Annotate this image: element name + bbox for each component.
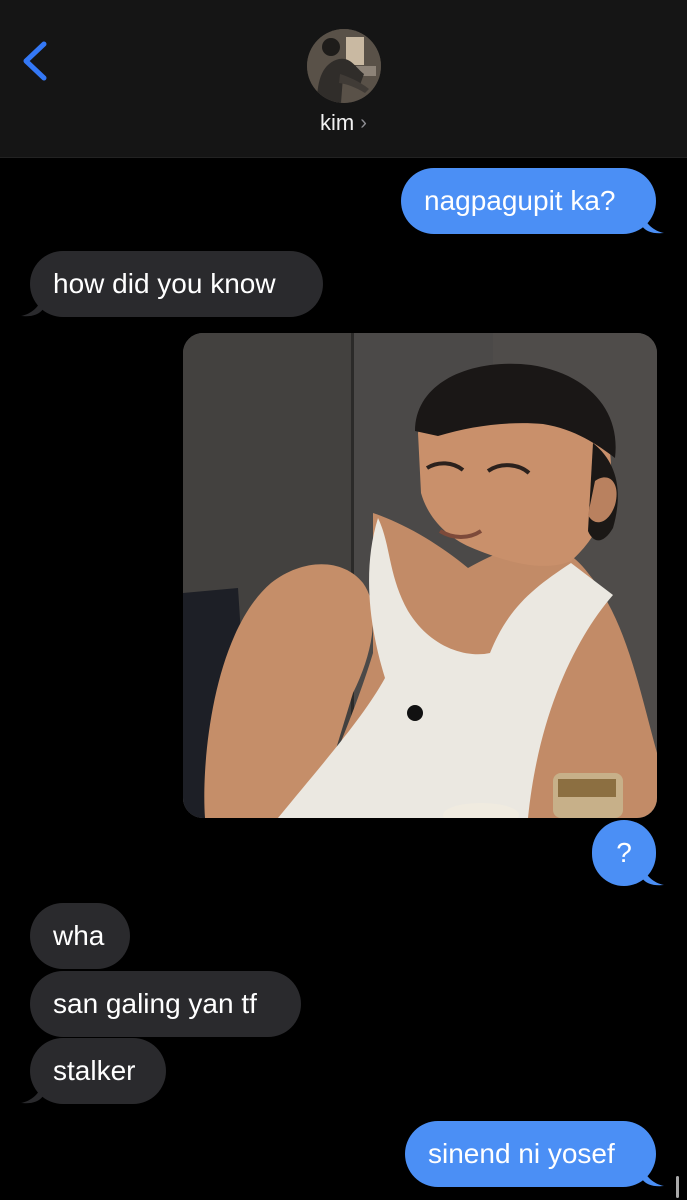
incoming-message-bubble[interactable]: wha xyxy=(30,903,130,969)
avatar-image xyxy=(307,29,381,103)
contact-name-button[interactable]: kim › xyxy=(0,110,687,136)
incoming-bubble-tail xyxy=(21,1082,43,1104)
message-text: ? xyxy=(616,837,632,868)
attached-photo xyxy=(183,333,657,818)
incoming-message-bubble[interactable]: stalker xyxy=(30,1038,166,1104)
message-text: how did you know xyxy=(53,268,276,299)
outgoing-bubble-tail xyxy=(642,1165,664,1187)
message-text: stalker xyxy=(53,1055,136,1086)
outgoing-bubble-tail xyxy=(642,864,664,886)
conversation-header: kim › xyxy=(0,0,687,158)
outgoing-bubble-tail xyxy=(642,212,664,234)
contact-avatar[interactable] xyxy=(307,29,381,103)
message-text: wha xyxy=(53,920,105,951)
contact-name: kim xyxy=(320,110,355,135)
scrollbar[interactable] xyxy=(676,1176,679,1198)
incoming-bubble-tail xyxy=(21,295,43,317)
outgoing-message-bubble[interactable]: sinend ni yosef xyxy=(405,1121,656,1187)
photo-attachment[interactable] xyxy=(183,333,657,818)
incoming-message-bubble[interactable]: san galing yan tf xyxy=(30,971,301,1037)
back-chevron-icon[interactable] xyxy=(18,38,54,84)
outgoing-message-bubble[interactable]: nagpagupit ka? xyxy=(401,168,656,234)
message-text: nagpagupit ka? xyxy=(424,185,616,216)
chevron-right-icon: › xyxy=(360,112,367,134)
incoming-message-bubble[interactable]: how did you know xyxy=(30,251,323,317)
message-text: sinend ni yosef xyxy=(428,1138,615,1169)
message-text: san galing yan tf xyxy=(53,988,257,1019)
